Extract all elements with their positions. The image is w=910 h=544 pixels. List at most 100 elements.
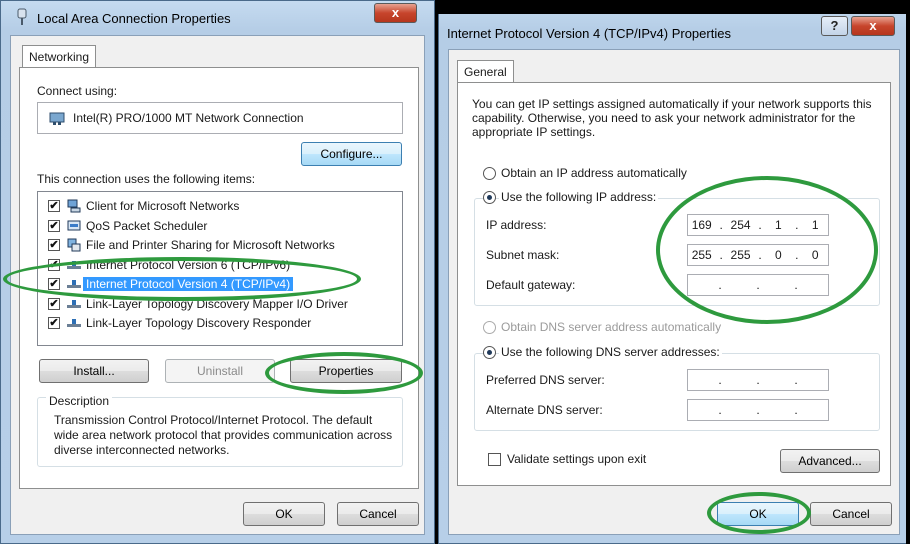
properties-button[interactable]: Properties (290, 359, 402, 383)
preferred-dns-label: Preferred DNS server: (486, 373, 605, 387)
item-checkbox[interactable]: ✔ (48, 239, 60, 251)
dialog1-ok-button[interactable]: OK (243, 502, 325, 526)
item-label: Internet Protocol Version 4 (TCP/IPv4) (83, 277, 294, 291)
item-checkbox[interactable]: ✔ (48, 278, 60, 290)
item-label: QoS Packet Scheduler (86, 218, 208, 233)
item-checkbox[interactable]: ✔ (48, 219, 60, 232)
obtain-ip-auto-radio[interactable] (483, 167, 496, 180)
use-following-dns-radio[interactable] (483, 346, 496, 359)
protocol-icon (67, 319, 81, 327)
default-gateway-label: Default gateway: (486, 278, 576, 292)
dialog1-cancel-button[interactable]: Cancel (337, 502, 419, 526)
dialog2-help-button[interactable]: ? (821, 16, 848, 36)
gateway-dot: . (794, 278, 798, 292)
file-printer-sharing-icon (67, 238, 81, 252)
obtain-dns-auto-label: Obtain DNS server address automatically (501, 320, 722, 334)
dns-dot: . (794, 373, 798, 387)
advanced-button[interactable]: Advanced... (780, 449, 880, 473)
validate-label[interactable]: Validate settings upon exit (507, 452, 646, 466)
dialog2-cancel-button[interactable]: Cancel (810, 502, 892, 526)
ip-octet-1: 169 (691, 218, 712, 232)
dialog1-title: Local Area Connection Properties (37, 11, 231, 26)
obtain-ip-auto-label[interactable]: Obtain an IP address automatically (501, 166, 687, 180)
local-area-connection-properties-dialog: Local Area Connection Properties x Netwo… (0, 0, 435, 544)
dns-dot: . (718, 373, 722, 387)
list-item[interactable]: ✔ Client for Microsoft Networks (38, 197, 402, 216)
help-icon: ? (830, 18, 839, 33)
ip-dot: . (719, 218, 723, 232)
dns-dot: . (718, 403, 722, 417)
separator-bar (435, 0, 438, 544)
close-icon: x (391, 5, 400, 20)
right-bar (906, 0, 910, 544)
item-checkbox[interactable]: ✔ (48, 297, 60, 310)
close-icon: x (869, 18, 877, 33)
uninstall-button: Uninstall (165, 359, 275, 383)
ip-octet-3: 1 (775, 218, 782, 232)
item-checkbox[interactable]: ✔ (48, 200, 60, 212)
subnet-mask-label: Subnet mask: (486, 248, 560, 262)
general-tab-panel: You can get IP settings assigned automat… (457, 82, 891, 486)
ip-address-input[interactable]: 169. 254. 1. 1 (687, 214, 829, 236)
gateway-dot: . (718, 278, 722, 292)
adapter-box: Intel(R) PRO/1000 MT Network Connection (37, 102, 403, 134)
configure-button[interactable]: Configure... (301, 142, 402, 166)
network-client-icon (67, 199, 81, 213)
preferred-dns-input[interactable]: ... (687, 369, 829, 391)
list-item[interactable]: ✔ Link-Layer Topology Discovery Mapper I/… (38, 295, 402, 314)
list-item[interactable]: ✔ Internet Protocol Version 6 (TCP/IPv6) (38, 256, 402, 275)
qos-scheduler-icon (67, 220, 81, 230)
protocol-icon (67, 260, 81, 269)
list-item[interactable]: ✔ QoS Packet Scheduler (38, 217, 402, 236)
item-checkbox[interactable]: ✔ (48, 317, 60, 329)
ipv4-properties-dialog: Internet Protocol Version 4 (TCP/IPv4) P… (438, 0, 910, 544)
ip-dot: . (758, 218, 762, 232)
tab-general-label: General (464, 65, 507, 79)
mask-octet-1: 255 (691, 248, 712, 262)
list-item[interactable]: ✔ File and Printer Sharing for Microsoft … (38, 236, 402, 255)
dialog2-ok-button[interactable]: OK (717, 502, 799, 526)
default-gateway-input[interactable]: ... (687, 274, 829, 296)
intro-text: You can get IP settings assigned automat… (472, 97, 872, 139)
dialog2-title: Internet Protocol Version 4 (TCP/IPv4) P… (447, 26, 731, 41)
dialog1-titlebar[interactable]: Local Area Connection Properties x (1, 1, 434, 35)
alternate-dns-label: Alternate DNS server: (486, 403, 603, 417)
components-list[interactable]: ✔ Client for Microsoft Networks ✔ QoS Packe… (37, 191, 403, 346)
obtain-dns-auto-radio (483, 321, 496, 334)
ip-dot: . (795, 218, 799, 232)
mask-dot: . (719, 248, 723, 262)
item-label: Internet Protocol Version 6 (TCP/IPv6) (86, 257, 291, 272)
items-label: This connection uses the following items… (37, 172, 256, 186)
item-checkbox[interactable]: ✔ (48, 258, 60, 271)
connect-using-label: Connect using: (37, 84, 118, 98)
mask-octet-3: 0 (775, 248, 782, 262)
tab-general[interactable]: General (457, 60, 514, 82)
list-item[interactable]: ✔ Link-Layer Topology Discovery Responder (38, 314, 402, 333)
subnet-mask-input[interactable]: 255. 255. 0. 0 (687, 244, 829, 266)
top-bar (438, 0, 910, 14)
dns-dot: . (756, 373, 760, 387)
mask-dot: . (795, 248, 799, 262)
mask-octet-4: 0 (811, 248, 819, 262)
dns-dot: . (794, 403, 798, 417)
use-following-dns-label[interactable]: Use the following DNS server addresses: (499, 345, 722, 359)
install-button[interactable]: Install... (39, 359, 149, 383)
dialog1-close-button[interactable]: x (374, 3, 417, 23)
item-label: File and Printer Sharing for Microsoft N… (86, 238, 335, 252)
use-following-ip-radio[interactable] (483, 191, 496, 204)
alternate-dns-input[interactable]: ... (687, 399, 829, 421)
adapter-name: Intel(R) PRO/1000 MT Network Connection (73, 111, 304, 125)
use-following-ip-label[interactable]: Use the following IP address: (499, 190, 659, 204)
gateway-dot: . (756, 278, 760, 292)
validate-checkbox[interactable] (488, 453, 501, 466)
protocol-icon (67, 299, 81, 308)
list-item[interactable]: ✔ Internet Protocol Version 4 (TCP/IPv4) (38, 275, 402, 294)
dialog2-client-area: General You can get IP settings assigned… (448, 49, 900, 535)
dialog2-close-button[interactable]: x (851, 16, 895, 36)
description-text: Transmission Control Protocol/Internet P… (54, 413, 393, 457)
tab-networking-label: Networking (29, 50, 90, 64)
description-title: Description (46, 394, 113, 408)
dialog1-client-area: Networking Connect using: Intel(R) PRO/1… (10, 35, 425, 535)
tab-networking[interactable]: Networking (22, 45, 97, 67)
dns-dot: . (756, 403, 760, 417)
